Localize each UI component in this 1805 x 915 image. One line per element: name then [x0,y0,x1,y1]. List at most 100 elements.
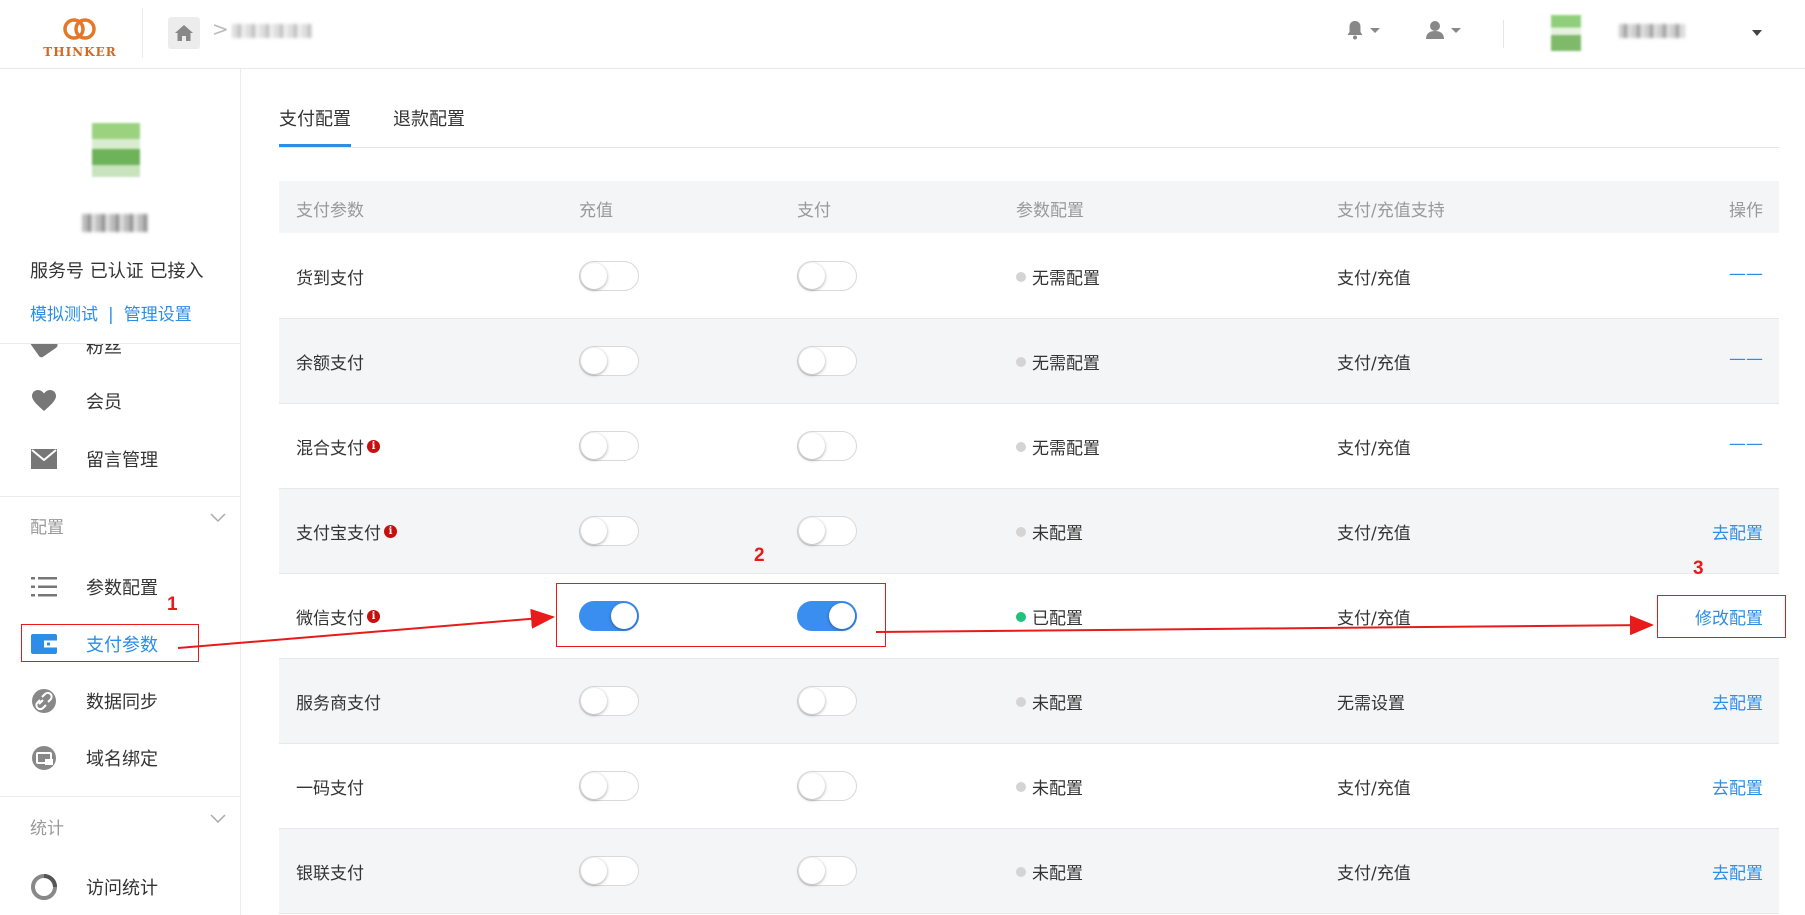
config-status-label: 未配置 [1032,779,1083,799]
toggle-knob [799,858,825,884]
info-icon[interactable]: i [367,610,380,623]
annotation-label-2: 2 [754,545,765,566]
home-icon [175,25,193,41]
payment-name: 服务商支付 [296,689,381,714]
manage-settings-link[interactable]: 管理设置 [124,305,192,325]
table-header: 支付参数 充值 支付 参数配置 支付/充值支持 操作 [279,181,1779,233]
configure-link[interactable]: 去配置 [1712,519,1763,544]
pay-toggle[interactable] [797,856,857,886]
recharge-toggle[interactable] [579,856,639,886]
config-status: 未配置 [1016,689,1083,714]
notification-menu[interactable] [1346,20,1380,40]
sidebar-item-label: 域名绑定 [86,749,158,770]
table-row: 银联支付 未配置 支付/充值 去配置 [279,829,1779,914]
chevron-down-icon [1451,27,1461,33]
pay-toggle[interactable] [797,516,857,546]
status-dot-icon [1016,696,1026,707]
pay-toggle[interactable] [797,431,857,461]
payment-name: 货到支付 [296,264,364,289]
info-icon[interactable]: i [384,525,397,538]
list-icon [30,573,58,601]
profile-links: 模拟测试 | 管理设置 [30,300,192,325]
simulate-test-link[interactable]: 模拟测试 [30,305,98,325]
recharge-toggle[interactable] [579,516,639,546]
status-dot-icon [1016,271,1026,282]
column-header: 支付 [797,201,831,221]
table-row: 服务商支付 未配置 无需设置 去配置 [279,659,1779,744]
recharge-toggle[interactable] [579,261,639,291]
info-icon[interactable]: i [367,440,380,453]
breadcrumb-current[interactable] [232,24,312,38]
annotation-box-3 [1657,595,1786,638]
recharge-toggle[interactable] [579,686,639,716]
thinker-logo[interactable]: THINKER [40,12,120,59]
payment-name: 银联支付 [296,859,364,884]
sidebar-item-domain-binding[interactable]: 域名绑定 [0,734,240,782]
configure-link[interactable]: 去配置 [1712,859,1763,884]
sidebar-item-visit-stats[interactable]: 访问统计 [0,863,240,911]
annotation-label-1: 1 [167,594,178,615]
payment-name-label: 微信支付 [296,609,364,629]
domain-icon [30,744,58,772]
account-dropdown-icon[interactable] [1752,30,1762,36]
status-dot-icon [1016,356,1026,367]
tab-refund-config[interactable]: 退款配置 [393,105,465,144]
section-title: 统计 [30,819,64,839]
tab-payment-config[interactable]: 支付配置 [279,105,351,147]
link-icon [30,687,58,715]
config-status-label: 未配置 [1032,524,1083,544]
status-dot-icon [1016,866,1026,877]
pay-toggle[interactable] [797,771,857,801]
config-status-label: 未配置 [1032,864,1083,884]
sidebar-item-label: 粉丝 [86,344,122,358]
sidebar-item-members[interactable]: 会员 [0,377,240,425]
recharge-toggle[interactable] [579,431,639,461]
pay-toggle[interactable] [797,346,857,376]
pay-toggle[interactable] [797,261,857,291]
toggle-knob [581,518,607,544]
chevron-down-icon [210,513,226,523]
chart-icon [30,873,58,901]
config-status-label: 无需配置 [1032,354,1100,374]
pay-toggle[interactable] [797,686,857,716]
sidebar-divider [0,796,240,797]
breadcrumb-separator-icon: > [212,17,229,41]
support-type: 支付/充值 [1337,524,1411,544]
recharge-toggle[interactable] [579,771,639,801]
payment-name: 微信支付 i [296,604,380,629]
home-button[interactable] [168,17,200,49]
configure-link[interactable]: 去配置 [1712,689,1763,714]
sidebar-item-messages[interactable]: 留言管理 [0,435,240,483]
section-title: 配置 [30,518,64,538]
sidebar-item-label: 访问统计 [86,878,158,899]
sidebar-item-fans[interactable]: 粉丝 [0,344,240,358]
sidebar-item-label: 会员 [86,392,122,413]
account-avatar [92,123,140,177]
user-menu[interactable] [1425,20,1461,40]
config-status-label: 未配置 [1032,694,1083,714]
account-name[interactable] [1619,24,1685,38]
column-header: 操作 [1729,201,1763,221]
section-config-header[interactable]: 配置 [0,505,240,545]
payment-name: 一码支付 [296,774,364,799]
chevron-down-icon [1370,27,1380,33]
payment-name: 支付宝支付 i [296,519,397,544]
payment-name: 余额支付 [296,349,364,374]
config-status: 未配置 [1016,519,1083,544]
table-row: 货到支付 无需配置 支付/充值 —— [279,234,1779,319]
sidebar-item-data-sync[interactable]: 数据同步 [0,677,240,725]
sidebar-item-parameter-config[interactable]: 参数配置 [0,563,240,611]
recharge-toggle[interactable] [579,346,639,376]
payment-name-label: 银联支付 [296,864,364,884]
status-dot-icon [1016,441,1026,452]
logo-brand-text: THINKER [43,45,117,59]
table-row: 一码支付 未配置 支付/充值 去配置 [279,744,1779,829]
config-status: 已配置 [1016,604,1083,629]
configure-link[interactable]: 去配置 [1712,774,1763,799]
avatar[interactable] [1551,15,1581,51]
toggle-knob [799,348,825,374]
payment-name-label: 货到支付 [296,269,364,289]
main-content: 支付配置 退款配置 支付参数 充值 支付 参数配置 支付/充值支持 操作 货到支… [279,69,1779,915]
section-stats-header[interactable]: 统计 [0,806,240,846]
sidebar: 服务号 已认证 已接入 模拟测试 | 管理设置 粉丝 会员 留言管理 配置 参数配置… [0,69,241,915]
